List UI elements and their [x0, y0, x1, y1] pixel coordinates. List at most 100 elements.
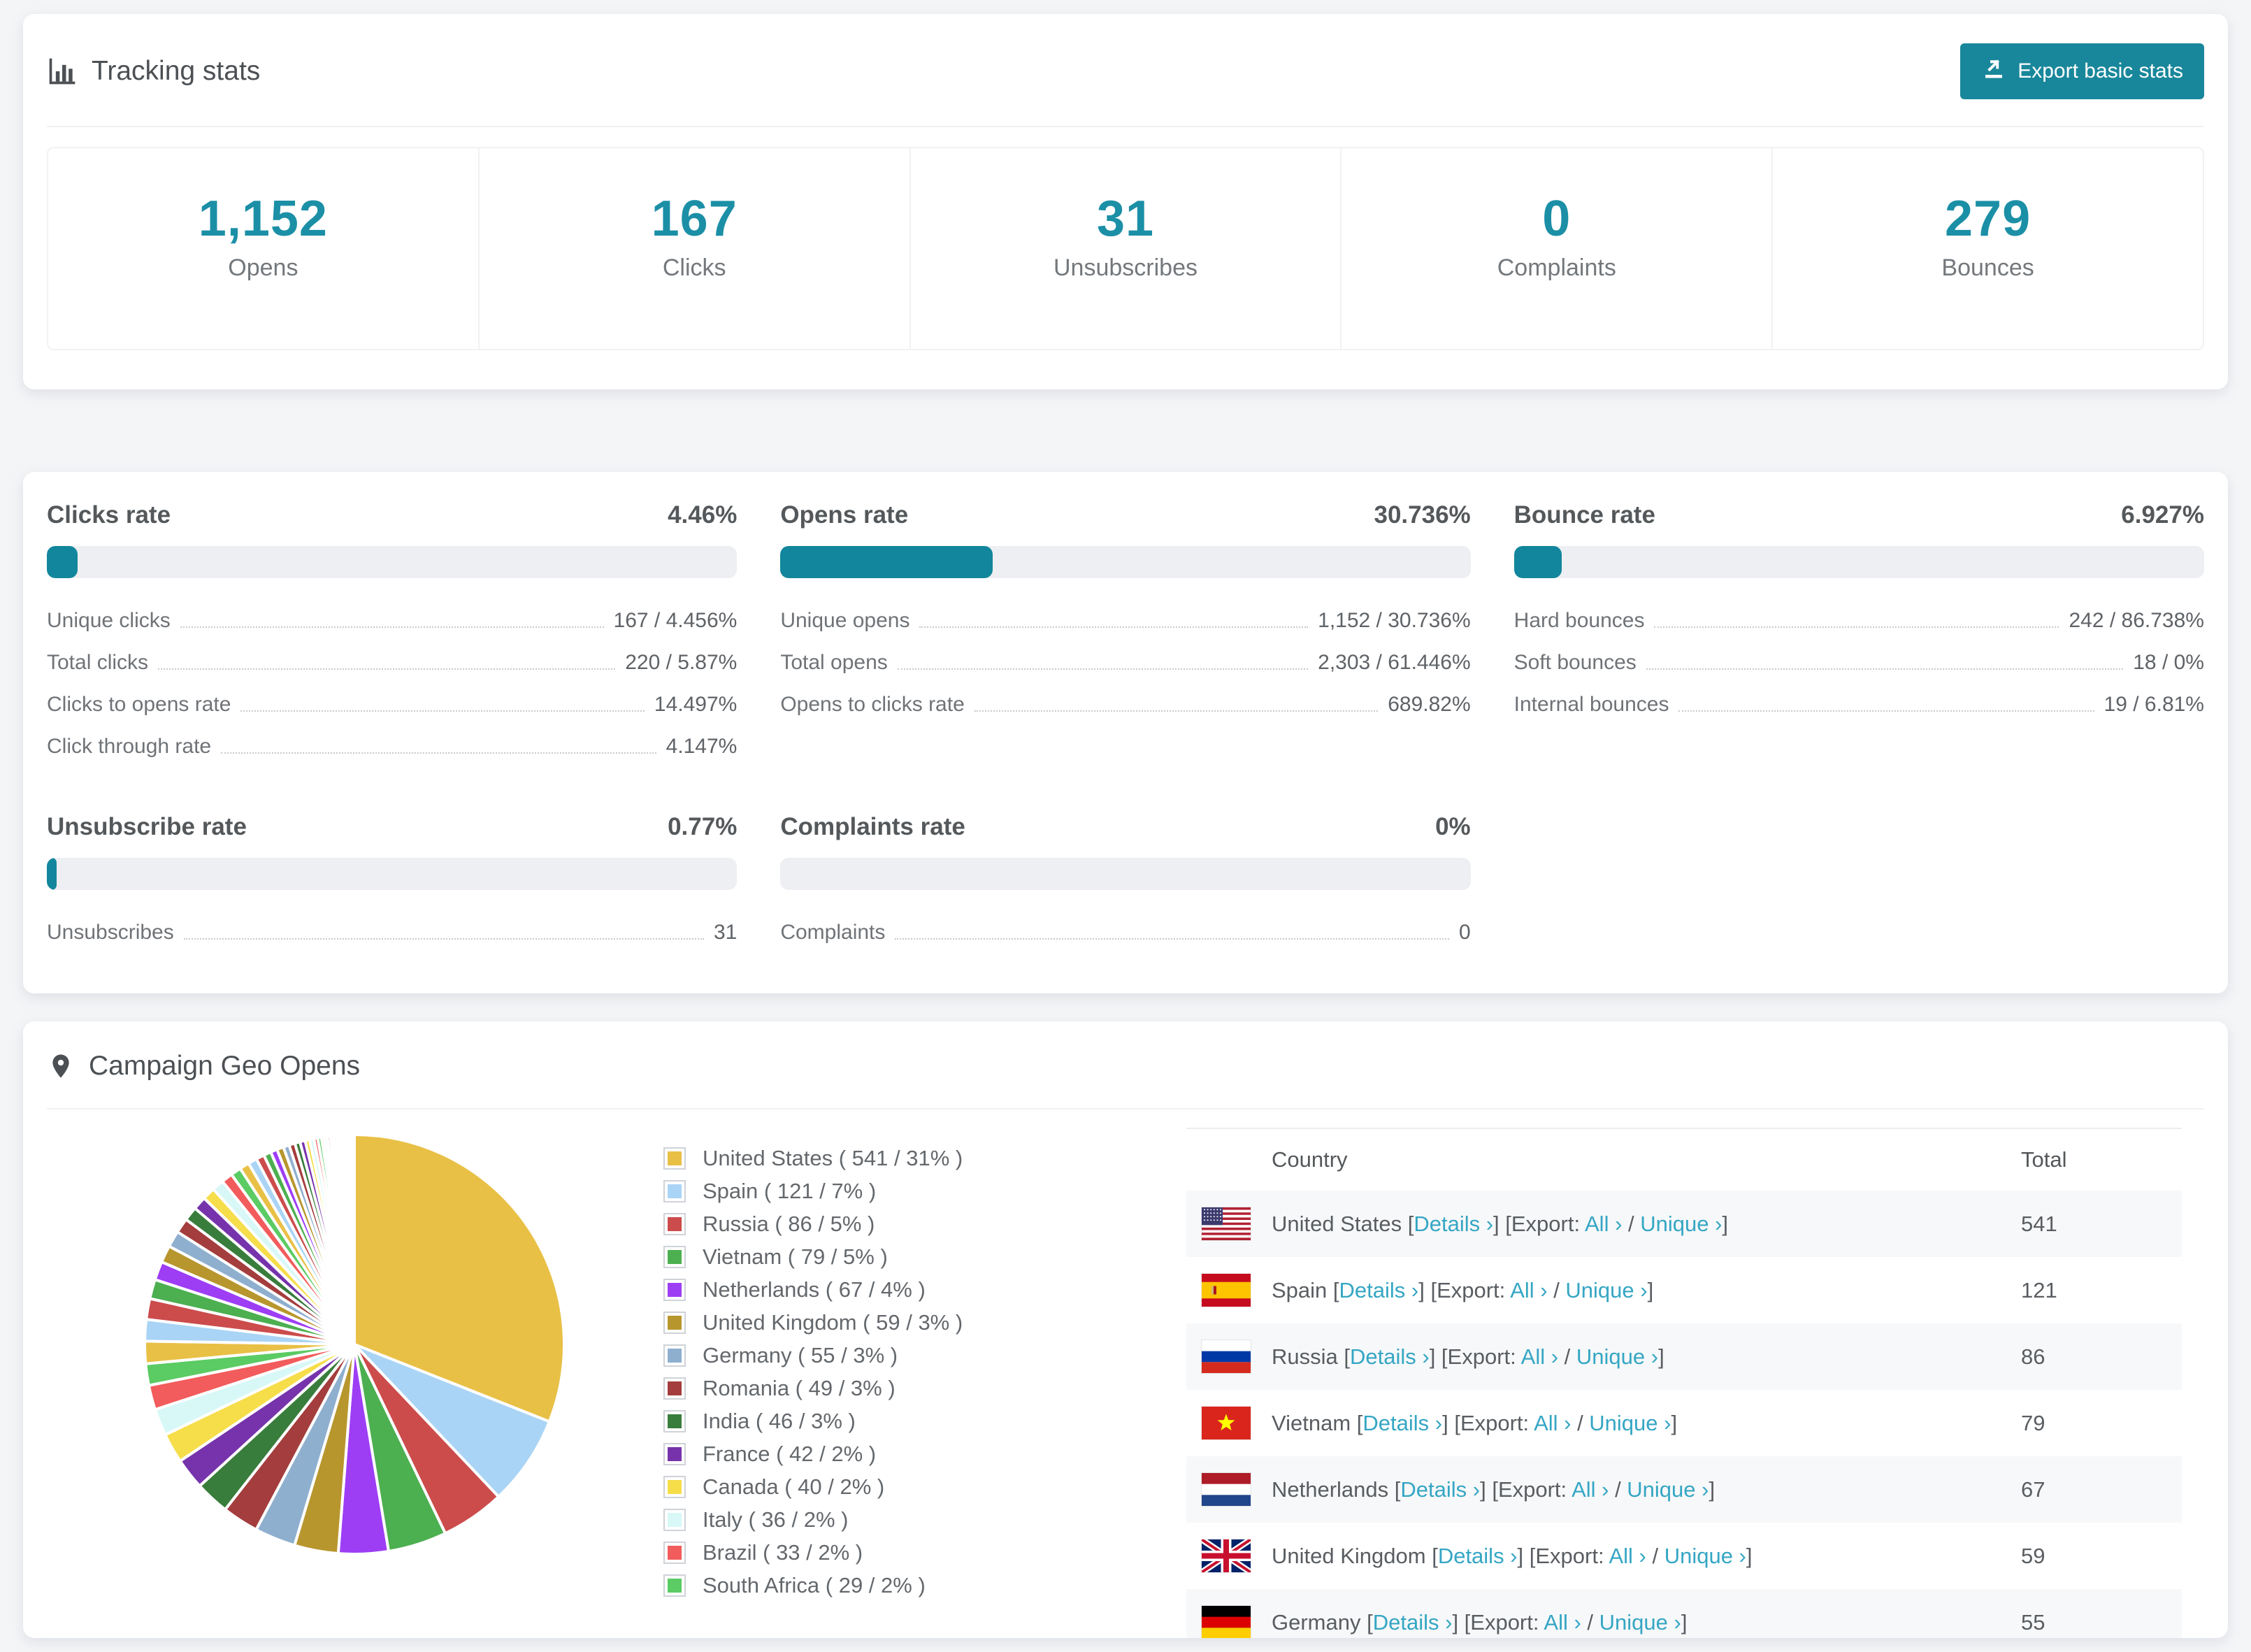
- total-cell: 55: [2021, 1609, 2045, 1635]
- rate-row-value: 242 / 86.738%: [2069, 609, 2204, 632]
- legend-swatch: [663, 1443, 686, 1465]
- tracking-stats-header: Tracking stats Export basic stats: [47, 43, 2204, 99]
- export-unique-link-vietnam[interactable]: Unique ›: [1589, 1411, 1671, 1435]
- legend-label: Brazil ( 33 / 2% ): [703, 1540, 863, 1565]
- stat-label-complaints: Complaints: [1497, 254, 1616, 281]
- legend-swatch: [663, 1542, 686, 1564]
- export-unique-link-germany[interactable]: Unique ›: [1599, 1610, 1681, 1635]
- export-all-link-spain[interactable]: All ›: [1510, 1278, 1547, 1302]
- stat-cell-opens: 1,152 Opens: [48, 148, 480, 349]
- rate-row-clicks-to-opens-rate: Clicks to opens rate 14.497%: [47, 693, 737, 717]
- rate-title: Unsubscribe rate: [47, 813, 247, 840]
- rate-block-opens-rate: Opens rate 30.736% Unique opens 1,152 / 30.…: [780, 501, 1471, 759]
- rate-head-unsubscribe-rate: Unsubscribe rate 0.77%: [47, 813, 737, 841]
- dotted-leader: [897, 668, 1309, 670]
- rate-block-complaints-rate: Complaints rate 0% Complaints 0: [780, 813, 1471, 944]
- country-cell: United States [Details ›] [Export: All ›…: [1272, 1211, 1729, 1236]
- legend-item-canada: Canada ( 40 / 2% ): [662, 1474, 1186, 1500]
- rate-progress-track: [47, 858, 738, 890]
- export-all-link-netherlands[interactable]: All ›: [1572, 1477, 1609, 1502]
- export-basic-stats-button[interactable]: Export basic stats: [1960, 43, 2204, 99]
- rate-row-label: Clicks to opens rate: [47, 693, 231, 716]
- rate-head-opens-rate: Opens rate 30.736%: [780, 501, 1470, 529]
- rate-row-hard-bounces: Hard bounces 242 / 86.738%: [1514, 609, 2204, 633]
- rate-rows: Unique clicks 167 / 4.456% Total clicks 220…: [47, 609, 737, 759]
- export-all-link-germany[interactable]: All ›: [1544, 1610, 1581, 1635]
- rate-row-unique-opens: Unique opens 1,152 / 30.736%: [780, 609, 1470, 633]
- rate-progress-track: [780, 858, 1471, 890]
- country-name: Netherlands: [1272, 1477, 1395, 1502]
- summary-stats-strip: 1,152 Opens 167 Clicks 31 Unsubscribes 0 Compla…: [47, 147, 2204, 350]
- legend-label: Italy ( 36 / 2% ): [703, 1507, 849, 1532]
- export-all-link-united-states[interactable]: All ›: [1585, 1212, 1622, 1236]
- page-title: Tracking stats: [92, 56, 261, 86]
- rate-row-value: 220 / 5.87%: [625, 651, 738, 674]
- legend-swatch: [663, 1213, 686, 1235]
- geo-title: Campaign Geo Opens: [89, 1051, 361, 1081]
- stat-cell-unsubscribes: 31 Unsubscribes: [911, 148, 1342, 349]
- dotted-leader: [183, 938, 704, 940]
- total-cell: 67: [2021, 1477, 2045, 1502]
- table-row-spain: Spain [Details ›] [Export: All › / Uniqu…: [1186, 1257, 2182, 1323]
- map-pin-icon: [47, 1051, 75, 1082]
- details-link-spain[interactable]: Details ›: [1339, 1278, 1419, 1302]
- flag-es-icon: [1202, 1274, 1251, 1307]
- details-link-russia[interactable]: Details ›: [1350, 1344, 1430, 1369]
- table-row-germany: Germany [Details ›] [Export: All › / Uni…: [1186, 1589, 2182, 1638]
- flag-cell: [1186, 1191, 1272, 1257]
- rate-row-value: 14.497%: [654, 693, 738, 716]
- rate-rows: Hard bounces 242 / 86.738% Soft bounces 18 …: [1514, 609, 2204, 717]
- export-unique-link-united-kingdom[interactable]: Unique ›: [1664, 1544, 1746, 1568]
- export-all-link-russia[interactable]: All ›: [1521, 1344, 1558, 1369]
- details-link-germany[interactable]: Details ›: [1373, 1610, 1453, 1635]
- country-name: United States: [1272, 1211, 1408, 1236]
- legend-label: United States ( 541 / 31% ): [703, 1146, 963, 1170]
- legend-swatch: [663, 1574, 686, 1597]
- export-button-label: Export basic stats: [2018, 59, 2183, 82]
- flag-cell: [1186, 1456, 1272, 1523]
- country-cell: Spain [Details ›] [Export: All › / Uniqu…: [1272, 1277, 1654, 1302]
- details-link-netherlands[interactable]: Details ›: [1400, 1477, 1480, 1502]
- rate-row-label: Complaints: [780, 921, 886, 944]
- table-row-united-kingdom: United Kingdom [Details ›] [Export: All …: [1186, 1523, 2182, 1589]
- export-unique-link-russia[interactable]: Unique ›: [1576, 1344, 1658, 1369]
- export-unique-link-netherlands[interactable]: Unique ›: [1627, 1477, 1709, 1502]
- flag-cell: [1186, 1257, 1272, 1323]
- tracking-stats-card: Tracking stats Export basic stats 1,152 O…: [23, 14, 2228, 389]
- legend-swatch: [663, 1246, 686, 1268]
- rate-progress-fill: [780, 546, 993, 578]
- legend-label: Russia ( 86 / 5% ): [703, 1212, 875, 1236]
- rate-block-unsubscribe-rate: Unsubscribe rate 0.77% Unsubscribes 31: [47, 813, 738, 944]
- export-all-link-united-kingdom[interactable]: All ›: [1609, 1544, 1646, 1568]
- rate-row-soft-bounces: Soft bounces 18 / 0%: [1514, 651, 2204, 675]
- stat-cell-clicks: 167 Clicks: [480, 148, 911, 349]
- dotted-leader: [974, 710, 1379, 712]
- flag-us-icon: [1202, 1207, 1251, 1240]
- country-cell: United Kingdom [Details ›] [Export: All …: [1272, 1543, 1753, 1568]
- country-cell: Vietnam [Details ›] [Export: All › / Uni…: [1272, 1410, 1678, 1435]
- legend-label: South Africa ( 29 / 2% ): [703, 1573, 926, 1597]
- legend-item-germany: Germany ( 55 / 3% ): [662, 1343, 1186, 1368]
- details-link-united-states[interactable]: Details ›: [1414, 1212, 1493, 1236]
- details-link-united-kingdom[interactable]: Details ›: [1438, 1544, 1518, 1568]
- dotted-leader: [221, 752, 656, 754]
- rate-head-bounce-rate: Bounce rate 6.927%: [1514, 501, 2204, 529]
- flag-cell: [1186, 1390, 1272, 1456]
- rate-block-bounce-rate: Bounce rate 6.927% Hard bounces 242 / 86.73…: [1513, 501, 2204, 759]
- dotted-leader: [895, 938, 1449, 940]
- export-unique-link-spain[interactable]: Unique ›: [1565, 1278, 1647, 1302]
- rate-rows: Unique opens 1,152 / 30.736% Total opens 2,…: [780, 609, 1470, 717]
- rate-progress-fill: [47, 546, 78, 578]
- details-link-vietnam[interactable]: Details ›: [1362, 1411, 1442, 1435]
- legend-label: Germany ( 55 / 3% ): [703, 1343, 898, 1367]
- legend-label: Vietnam ( 79 / 5% ): [703, 1244, 888, 1269]
- table-row-vietnam: Vietnam [Details ›] [Export: All › / Uni…: [1186, 1390, 2182, 1456]
- rate-row-value: 4.147%: [666, 735, 738, 758]
- export-all-link-vietnam[interactable]: All ›: [1534, 1411, 1571, 1435]
- stat-value-clicks: 167: [651, 191, 738, 247]
- header-divider: [47, 126, 2204, 127]
- rate-row-value: 0: [1458, 921, 1471, 944]
- legend-swatch: [663, 1410, 686, 1432]
- export-unique-link-united-states[interactable]: Unique ›: [1640, 1212, 1722, 1236]
- rate-value: 30.736%: [1374, 501, 1471, 529]
